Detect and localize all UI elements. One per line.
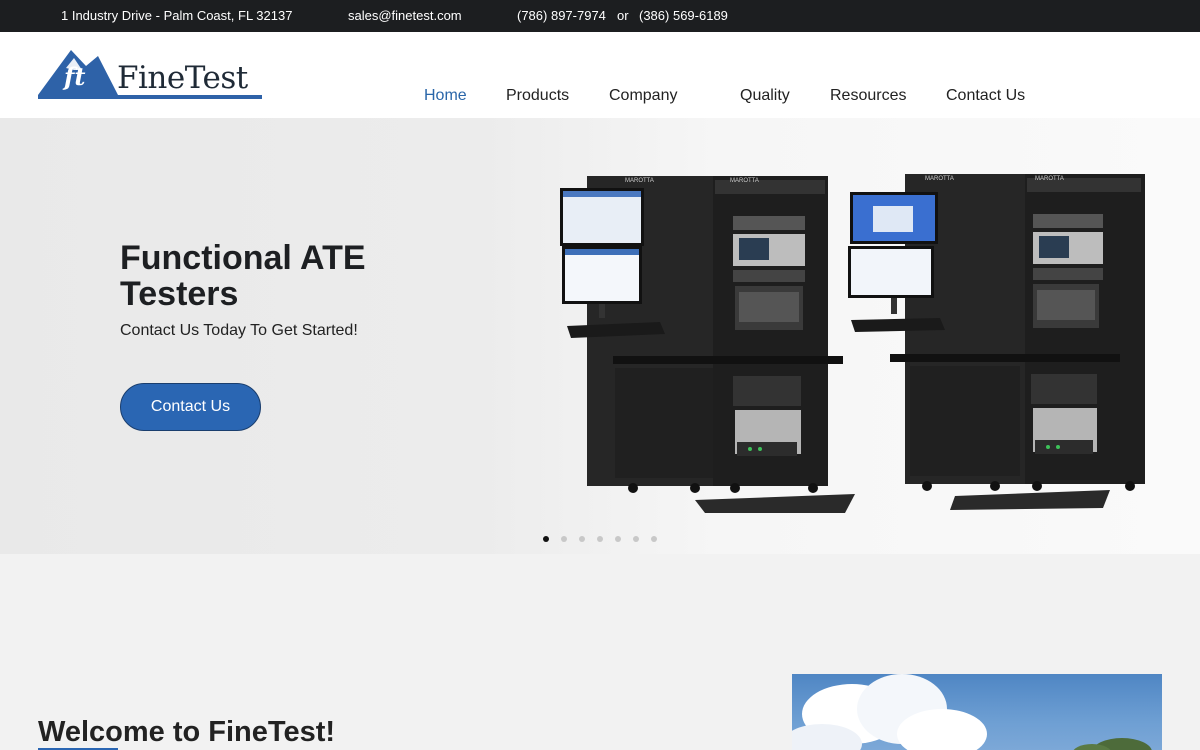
slider-dot-6[interactable]	[633, 536, 639, 542]
phone-link-1[interactable]: (786) 897-7974	[517, 8, 606, 23]
nav-home[interactable]: Home	[424, 87, 467, 105]
nav-resources[interactable]: Resources	[830, 87, 906, 105]
rack-brand-label: MAROTTA	[625, 178, 654, 184]
address-text: 1 Industry Drive - Palm Coast, FL 32137	[61, 8, 293, 23]
nav-company[interactable]: Company	[609, 87, 677, 105]
slider-dot-1[interactable]	[543, 536, 549, 542]
slider-dot-5[interactable]	[615, 536, 621, 542]
slider-dot-4[interactable]	[597, 536, 603, 542]
sky-clouds-image	[792, 674, 1152, 750]
hero-subtitle: Contact Us Today To Get Started!	[120, 322, 358, 339]
logo-mark: ft	[64, 62, 86, 91]
or-text: or	[617, 8, 629, 23]
site-header: ft FineTest Home Products Company Qualit…	[0, 32, 1200, 118]
ate-tester-racks-image: MAROTTA MAROTTA MAROTTA MAROTTA	[560, 174, 1145, 513]
rack-brand-label: MAROTTA	[730, 178, 759, 184]
rack-brand-label: MAROTTA	[1035, 176, 1064, 182]
slider-dot-2[interactable]	[561, 536, 567, 542]
left-tester-system: MAROTTA MAROTTA	[560, 176, 843, 493]
nav-quality[interactable]: Quality	[740, 87, 790, 105]
right-tester-system: MAROTTA MAROTTA	[848, 174, 1145, 491]
hero-contact-button[interactable]: Contact Us	[120, 383, 261, 431]
phone-link-2[interactable]: (386) 569-6189	[639, 8, 728, 23]
building-photo	[792, 674, 1162, 750]
logo-underline	[38, 95, 262, 99]
email-link[interactable]: sales@finetest.com	[348, 8, 462, 23]
slider-dot-3[interactable]	[579, 536, 585, 542]
nav-products[interactable]: Products	[506, 87, 569, 105]
rack-brand-label: MAROTTA	[925, 176, 954, 182]
hero-slider: Functional ATE Testers Contact Us Today …	[0, 118, 1200, 554]
hero-title: Functional ATE Testers	[120, 239, 366, 313]
nav-contact-us[interactable]: Contact Us	[946, 87, 1025, 105]
top-contact-bar: 1 Industry Drive - Palm Coast, FL 32137 …	[0, 0, 1200, 32]
finetest-logo[interactable]: ft FineTest	[38, 48, 264, 102]
logo-text: FineTest	[117, 60, 248, 96]
welcome-title: Welcome to FineTest!	[38, 716, 336, 748]
slider-dot-7[interactable]	[651, 536, 657, 542]
